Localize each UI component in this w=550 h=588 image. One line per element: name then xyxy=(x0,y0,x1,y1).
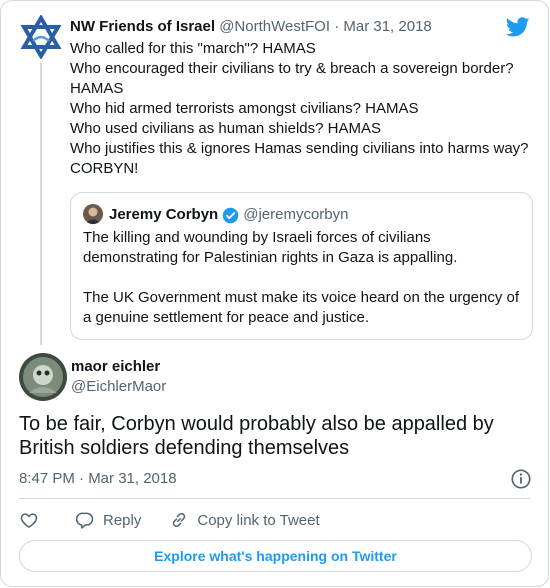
parent-tweet-header: NW Friends of Israel @NorthWestFOI · Mar… xyxy=(70,18,432,36)
reply-icon xyxy=(75,512,94,529)
copy-link-label: Copy link to Tweet xyxy=(197,511,320,529)
main-tweet-text: To be fair, Corbyn would probably also b… xyxy=(19,413,494,459)
star-of-david-logo-icon xyxy=(20,14,62,60)
thread-line xyxy=(40,63,42,345)
reply-label: Reply xyxy=(103,511,142,529)
eichler-avatar[interactable] xyxy=(19,353,67,401)
parent-author-name[interactable]: NW Friends of Israel xyxy=(70,18,215,35)
like-button[interactable] xyxy=(19,510,47,530)
reply-button[interactable]: Reply xyxy=(75,510,141,530)
quoted-tweet-header: Jeremy Corbyn @jeremycorbyn xyxy=(109,206,348,224)
divider xyxy=(19,498,530,499)
copy-link-icon xyxy=(173,512,186,528)
verified-badge-icon xyxy=(222,207,239,223)
tweet-embed-card: NW Friends of Israel @NorthWestFOI · Mar… xyxy=(0,0,549,587)
quoted-tweet[interactable]: Jeremy Corbyn @jeremycorbyn The killing … xyxy=(70,192,533,340)
quoted-handle: @jeremycorbyn xyxy=(243,206,349,223)
quoted-author-name: Jeremy Corbyn xyxy=(109,206,219,223)
quoted-paragraph: The UK Government must make its voice he… xyxy=(83,289,520,326)
tweet-actions: Reply Copy link to Tweet xyxy=(19,509,348,531)
tweet-timestamp[interactable]: 8:47 PM · Mar 31, 2018 xyxy=(19,470,177,488)
twitter-bird-icon[interactable] xyxy=(506,15,530,39)
parent-line: Who encouraged their civilians to try & … xyxy=(70,60,514,77)
separator: · xyxy=(334,18,340,35)
main-author-name[interactable]: maor eichler xyxy=(71,358,160,376)
parent-tweet-text: Who called for this "march"? HAMAS Who e… xyxy=(70,39,535,179)
parent-line: Who hid armed terrorists amongst civilia… xyxy=(70,100,419,117)
main-handle[interactable]: @EichlerMaor xyxy=(71,378,166,396)
parent-line: HAMAS xyxy=(70,80,124,97)
parent-date[interactable]: Mar 31, 2018 xyxy=(343,18,431,35)
parent-line: Who used civilians as human shields? HAM… xyxy=(70,120,381,137)
parent-line: Who justifies this & ignores Hamas sendi… xyxy=(70,140,529,157)
heart-icon xyxy=(20,513,38,528)
info-icon[interactable] xyxy=(510,468,532,490)
explore-twitter-button[interactable]: Explore what's happening on Twitter xyxy=(19,540,532,572)
parent-line: Who called for this "march"? HAMAS xyxy=(70,40,316,57)
parent-handle[interactable]: @NorthWestFOI xyxy=(219,18,330,35)
quoted-paragraph: The killing and wounding by Israeli forc… xyxy=(83,229,458,266)
quoted-tweet-text: The killing and wounding by Israeli forc… xyxy=(83,228,523,328)
corbyn-avatar xyxy=(83,204,103,224)
copy-link-button[interactable]: Copy link to Tweet xyxy=(169,510,320,530)
nwfoi-avatar[interactable] xyxy=(19,14,63,60)
parent-line: CORBYN! xyxy=(70,160,139,177)
